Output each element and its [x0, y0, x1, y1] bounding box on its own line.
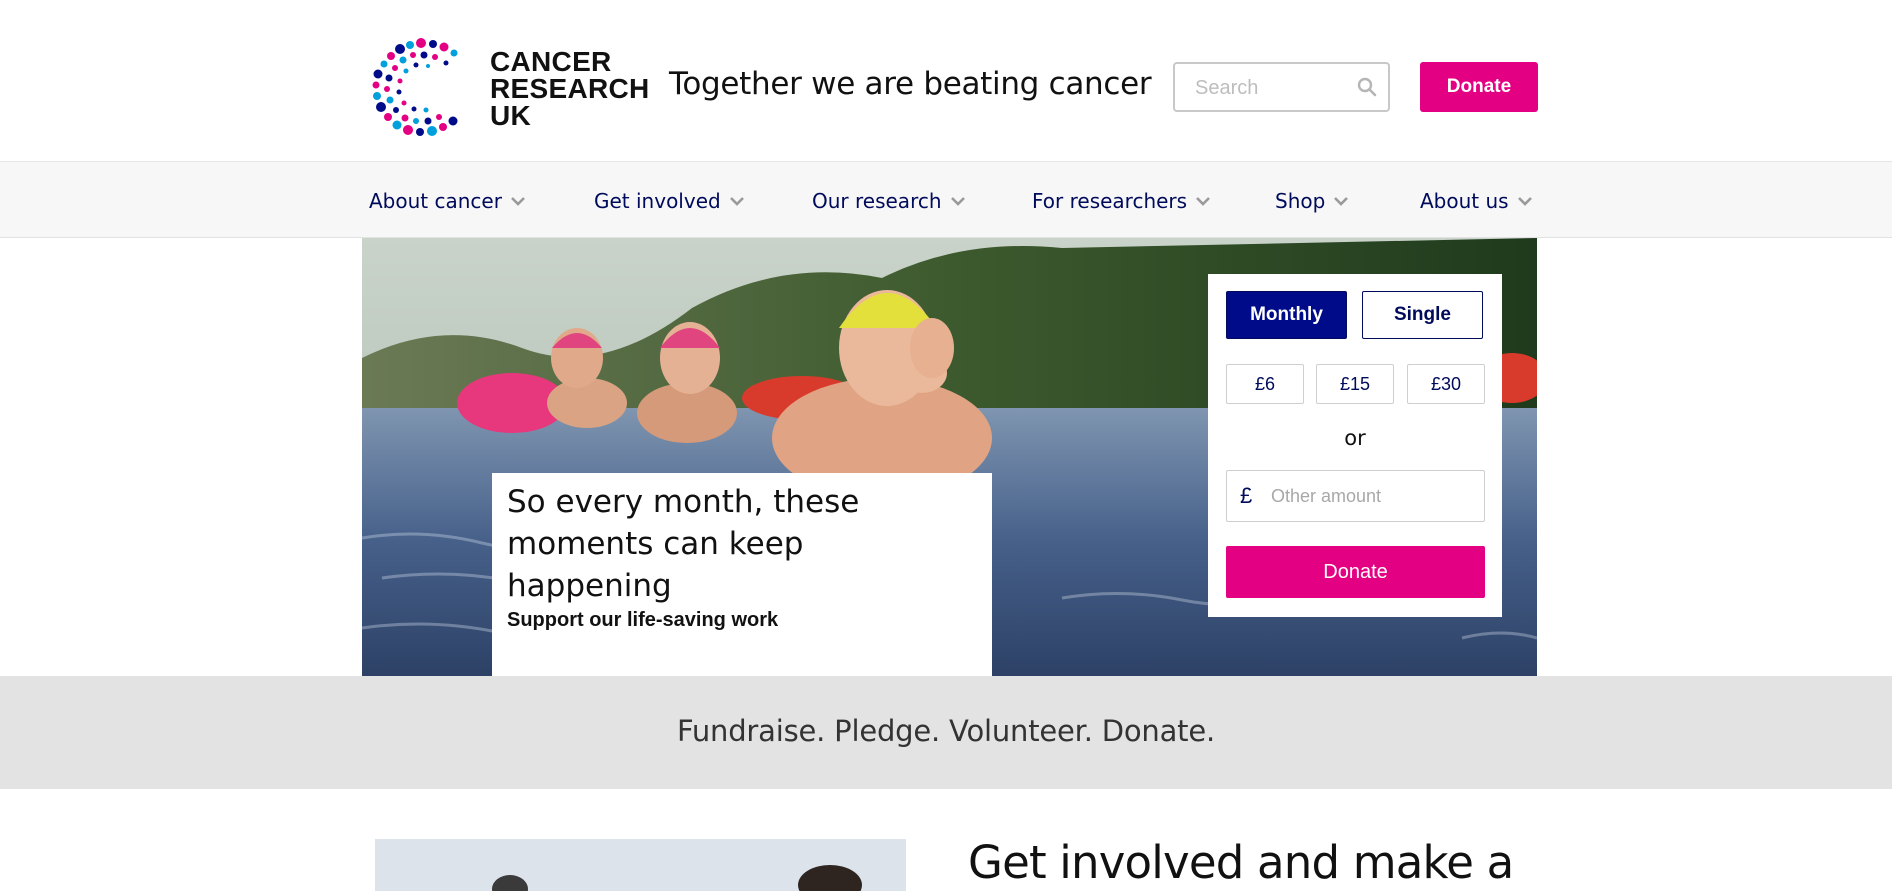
chevron-down-icon [511, 197, 525, 206]
nav-item-shop[interactable]: Shop [1275, 186, 1349, 216]
nav-item-for-researchers[interactable]: For researchers [1032, 186, 1211, 216]
action-band: Fundraise. Pledge. Volunteer. Donate. [0, 676, 1892, 789]
header-donate-button[interactable]: Donate [1420, 62, 1538, 112]
nav-label: Shop [1275, 189, 1326, 213]
monthly-toggle-button[interactable]: Monthly [1226, 291, 1347, 339]
get-involved-photo [375, 839, 906, 891]
search-icon[interactable] [1356, 76, 1378, 98]
hero-title: So every month, these moments can keep h… [507, 484, 860, 604]
hero-subtitle: Support our life-saving work [507, 609, 779, 631]
cancer-research-uk-logo[interactable] [366, 33, 476, 143]
hero-message-card: So every month, these moments can keep h… [492, 473, 992, 676]
amount-15-button[interactable]: £15 [1316, 364, 1394, 404]
or-separator: or [1344, 426, 1366, 450]
chevron-down-icon [1196, 197, 1210, 206]
site-header: CANCER RESEARCH UK Together we are beati… [0, 0, 1892, 162]
nav-item-about-cancer[interactable]: About cancer [369, 186, 526, 216]
nav-label: Our research [812, 189, 942, 213]
nav-item-about-us[interactable]: About us [1420, 186, 1533, 216]
get-involved-image [375, 839, 906, 891]
nav-label: For researchers [1032, 189, 1188, 213]
main-navigation: About cancer Get involved Our research F… [0, 162, 1892, 238]
donation-widget: Monthly Single £6 £15 £30 or £ Donate [1208, 274, 1502, 617]
logo-line: RESEARCH [490, 73, 650, 104]
nav-item-our-research[interactable]: Our research [812, 186, 966, 216]
chevron-down-icon [1334, 197, 1349, 206]
nav-label: About us [1420, 189, 1509, 213]
logo-line: UK [490, 100, 532, 131]
donate-submit-button[interactable]: Donate [1226, 546, 1485, 598]
hero-banner: So every month, these moments can keep h… [362, 238, 1537, 676]
other-amount-field[interactable]: £ [1226, 470, 1485, 522]
search-box[interactable] [1173, 62, 1390, 112]
currency-symbol: £ [1240, 483, 1253, 508]
logo-line: CANCER [490, 46, 612, 77]
get-involved-heading: Get involved and make a [968, 836, 1514, 889]
amount-6-button[interactable]: £6 [1226, 364, 1304, 404]
logo-wordmark[interactable]: CANCER RESEARCH UK [490, 46, 650, 131]
chevron-down-icon [729, 197, 744, 206]
nav-item-get-involved[interactable]: Get involved [594, 186, 745, 216]
nav-label: About cancer [369, 189, 502, 213]
site-tagline: Together we are beating cancer [669, 66, 1152, 102]
amount-30-button[interactable]: £30 [1407, 364, 1485, 404]
search-input[interactable] [1195, 76, 1355, 100]
other-amount-input[interactable] [1271, 484, 1471, 508]
chevron-down-icon [950, 197, 965, 206]
chevron-down-icon [1517, 197, 1532, 206]
nav-label: Get involved [594, 189, 721, 213]
action-band-text: Fundraise. Pledge. Volunteer. Donate. [676, 714, 1216, 748]
single-toggle-button[interactable]: Single [1362, 291, 1483, 339]
